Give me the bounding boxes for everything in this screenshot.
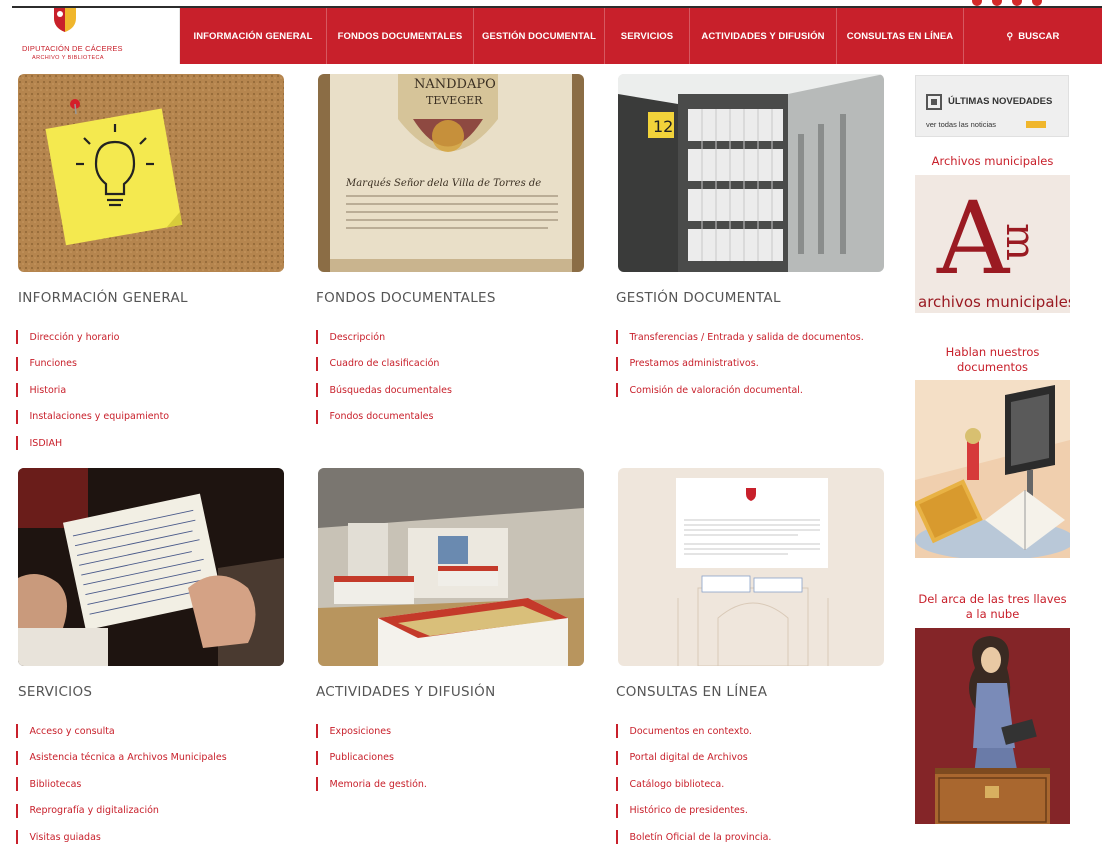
nav-item[interactable]: ACTIVIDADES Y DIFUSIÓN [690, 8, 837, 64]
hablan-title[interactable]: Hablan nuestros documentos [915, 345, 1070, 375]
card-consultas [618, 468, 884, 666]
online-portal-image[interactable] [618, 468, 884, 666]
archive-shelves-image[interactable]: 12 [618, 74, 884, 272]
card-gestion-documental: 12 [618, 74, 884, 272]
nav-item[interactable]: CONSULTAS EN LÍNEA [837, 8, 964, 64]
links-fondos: Descripción Cuadro de clasificación Búsque… [316, 324, 452, 430]
section-link[interactable]: Boletín Oficial de la provincia. [616, 824, 772, 851]
links-gestion: Transferencias / Entrada y salida de doc… [616, 324, 864, 404]
section-title[interactable]: INFORMACIÓN GENERAL [18, 290, 188, 306]
card-informacion-general [18, 74, 284, 272]
section-title[interactable]: ACTIVIDADES Y DIFUSIÓN [316, 684, 495, 700]
section-link[interactable]: Cuadro de clasificación [316, 351, 452, 378]
section-link[interactable]: ISDIAH [16, 430, 169, 457]
social-dots [972, 0, 1042, 6]
arca-banner[interactable] [915, 628, 1070, 824]
section-title[interactable]: SERVICIOS [18, 684, 92, 700]
section-link[interactable]: Descripción [316, 324, 452, 351]
section-title[interactable]: GESTIÓN DOCUMENTAL [616, 290, 781, 306]
news-link[interactable]: ver todas las noticias [926, 120, 996, 129]
manuscript-heading: NANDDAPO [414, 77, 496, 92]
card-servicios [18, 468, 284, 666]
section-link[interactable]: Catálogo biblioteca. [616, 771, 771, 798]
newspaper-icon [926, 94, 942, 110]
section-link[interactable]: Bibliotecas [16, 771, 227, 798]
manuscript-heading-2: TEVEGER [426, 94, 483, 107]
section-link[interactable]: Visitas guiadas [16, 824, 227, 851]
nav-items: INFORMACIÓN GENERAL FONDOS DOCUMENTALES GE… [180, 8, 1102, 64]
links-info: Dirección y horario Funciones Historia Inst… [16, 324, 170, 457]
logo-line-2: ARCHIVO Y BIBLIOTECA [32, 55, 104, 61]
hands-document-image[interactable] [18, 468, 284, 666]
links-servicios: Acceso y consulta Asistencia técnica a Ar… [16, 718, 227, 851]
site-logo[interactable]: DIPUTACIÓN DE CÁCERES ARCHIVO Y BIBLIOTE… [12, 8, 180, 64]
archivos-municipales-banner[interactable]: A m archivos municipales [915, 175, 1070, 313]
social-icon[interactable] [992, 0, 1002, 6]
hablan-banner[interactable] [915, 380, 1070, 558]
social-icon[interactable] [1032, 0, 1042, 6]
main-nav: DIPUTACIÓN DE CÁCERES ARCHIVO Y BIBLIOTE… [12, 8, 1102, 64]
archivos-logo-text: archivos municipales [918, 293, 1070, 311]
links-actividades: Exposiciones Publicaciones Memoria de gest… [316, 718, 427, 798]
news-box: ÚLTIMAS NOVEDADES ver todas las noticias [915, 75, 1069, 137]
section-link[interactable]: Comisión de valoración documental. [616, 377, 864, 404]
search-label: BUSCAR [1018, 30, 1060, 42]
section-link[interactable]: Fondos documentales [316, 404, 452, 431]
card-fondos-documentales: NANDDAPO TEVEGER Marqués Señor dela Vill… [318, 74, 584, 272]
shelf-number: 12 [653, 117, 673, 136]
manuscript-text: Marqués Señor dela Villa de Torres de [345, 178, 541, 189]
section-link[interactable]: Prestamos administrativos. [616, 351, 864, 378]
search-button[interactable]: ⚲ BUSCAR [964, 8, 1102, 64]
nav-item[interactable]: INFORMACIÓN GENERAL [180, 8, 327, 64]
section-link[interactable]: Acceso y consulta [16, 718, 227, 745]
section-link[interactable]: Historia [16, 377, 169, 404]
nav-item[interactable]: GESTIÓN DOCUMENTAL [474, 8, 605, 64]
corkboard-image[interactable] [18, 74, 284, 272]
section-link[interactable]: Transferencias / Entrada y salida de doc… [616, 324, 864, 351]
search-icon: ⚲ [1006, 30, 1014, 41]
section-link[interactable]: Instalaciones y equipamiento [16, 404, 170, 431]
section-link[interactable]: Memoria de gestión. [316, 771, 427, 798]
nav-item[interactable]: FONDOS DOCUMENTALES [327, 8, 474, 64]
shield-logo-icon [54, 8, 76, 32]
section-link[interactable]: Documentos en contexto. [616, 718, 771, 745]
svg-text:m: m [997, 223, 1043, 261]
social-icon[interactable] [1012, 0, 1022, 6]
manuscript-image[interactable]: NANDDAPO TEVEGER Marqués Señor dela Vill… [318, 74, 584, 272]
news-title[interactable]: ÚLTIMAS NOVEDADES [948, 96, 1052, 107]
section-link[interactable]: Exposiciones [316, 718, 427, 745]
links-consultas: Documentos en contexto. Portal digital de… [616, 718, 772, 851]
social-icon[interactable] [972, 0, 982, 6]
card-actividades [318, 468, 584, 666]
section-link[interactable]: Dirección y horario [16, 324, 169, 351]
archivos-municipales-title[interactable]: Archivos municipales [915, 154, 1070, 169]
section-link[interactable]: Portal digital de Archivos [616, 745, 771, 772]
logo-line-1: DIPUTACIÓN DE CÁCERES [22, 44, 123, 53]
section-link[interactable]: Funciones [16, 351, 169, 378]
section-link[interactable]: Asistencia técnica a Archivos Municipale… [16, 745, 227, 772]
section-title[interactable]: CONSULTAS EN LÍNEA [616, 684, 767, 700]
exhibition-image[interactable] [318, 468, 584, 666]
section-link[interactable]: Histórico de presidentes. [616, 798, 771, 825]
news-button[interactable] [1026, 121, 1046, 128]
nav-item[interactable]: SERVICIOS [605, 8, 690, 64]
section-link[interactable]: Reprografía y digitalización [16, 798, 227, 825]
top-bar [0, 0, 1102, 8]
section-link[interactable]: Búsquedas documentales [316, 377, 452, 404]
section-title[interactable]: FONDOS DOCUMENTALES [316, 290, 496, 306]
section-link[interactable]: Publicaciones [316, 745, 427, 772]
arca-title[interactable]: Del arca de las tres llaves a la nube [915, 592, 1070, 622]
